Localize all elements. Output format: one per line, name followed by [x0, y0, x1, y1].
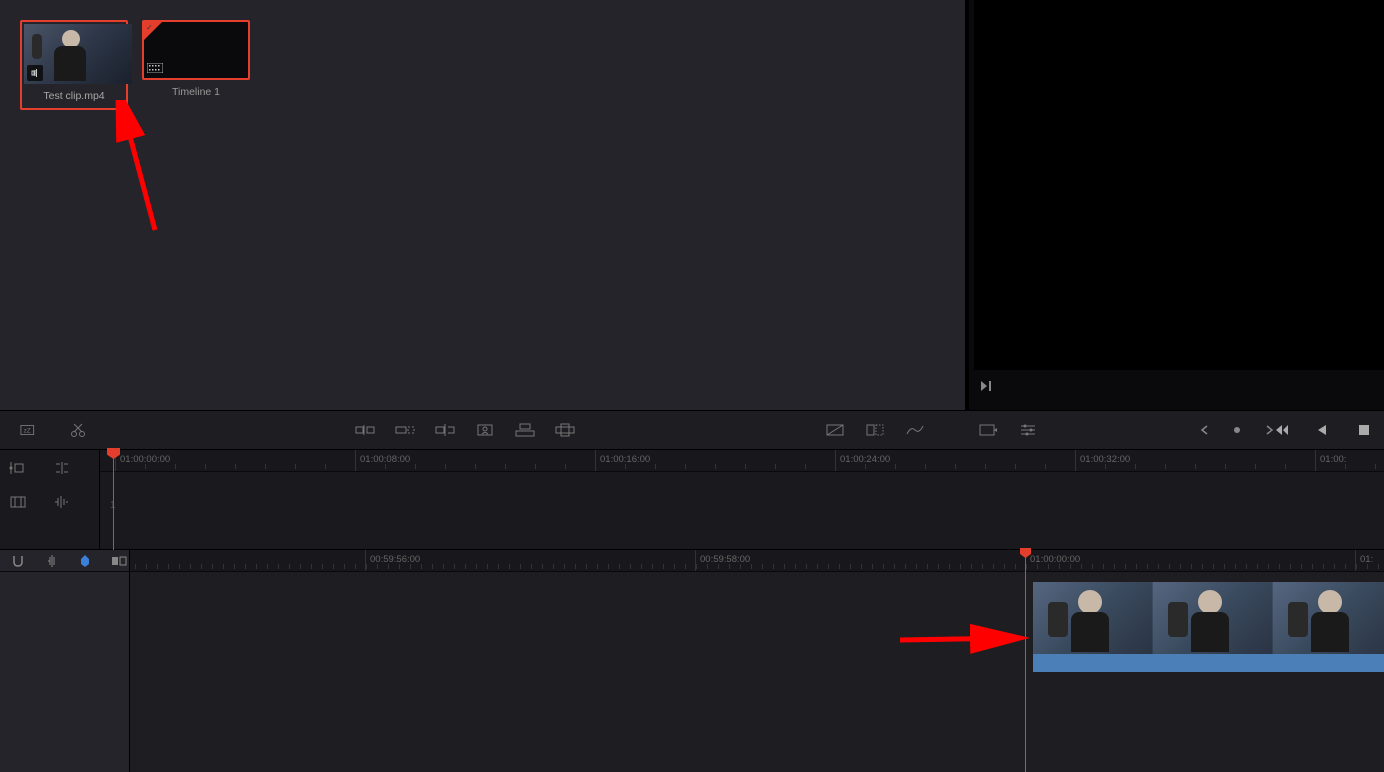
- upper-playhead[interactable]: [113, 450, 114, 550]
- timeline-video-clip[interactable]: [1033, 582, 1384, 654]
- boring-detector-icon[interactable]: zZ: [20, 420, 40, 440]
- ruler-tick: 01:: [1355, 550, 1373, 571]
- close-up-icon[interactable]: [475, 420, 495, 440]
- smart-insert-icon[interactable]: [355, 420, 375, 440]
- stop-icon[interactable]: [1354, 420, 1374, 440]
- source-overwrite-icon[interactable]: [555, 420, 575, 440]
- dissolve-icon[interactable]: [865, 420, 885, 440]
- play-reverse-icon[interactable]: [1312, 420, 1332, 440]
- svg-text:zZ: zZ: [24, 428, 31, 435]
- ruler-tick: 01:00:08:00: [355, 450, 410, 471]
- audio-icon: [27, 65, 43, 81]
- upper-timeline-ruler[interactable]: 01:00:00:00 01:00:08:00 01:00:16:00 01:00:2…: [100, 450, 1384, 472]
- prev-frame-icon[interactable]: [1195, 420, 1215, 440]
- ripple-overwrite-icon[interactable]: [435, 420, 455, 440]
- timeline-audio-clip[interactable]: [1033, 654, 1384, 672]
- clip-label: Test clip.mp4: [24, 90, 124, 106]
- go-to-start-icon[interactable]: [1270, 420, 1290, 440]
- record-dot-icon[interactable]: [1227, 420, 1247, 440]
- snap-icon[interactable]: [8, 551, 28, 571]
- ruler-tick: 01:00:00:00: [115, 450, 170, 471]
- place-on-top-icon[interactable]: [515, 420, 535, 440]
- lower-timeline-ruler[interactable]: 00:59:56:00 00:59:58:00 01:00:00:00 01:: [130, 550, 1384, 572]
- append-icon[interactable]: [395, 420, 415, 440]
- upper-timeline: 01:00:00:00 01:00:08:00 01:00:16:00 01:00:2…: [0, 450, 1384, 550]
- ruler-tick: 01:00:: [1315, 450, 1346, 471]
- cut-toolbar: zZ: [0, 410, 1384, 450]
- media-pool[interactable]: Test clip.mp4 ✓ Timeline 1: [0, 0, 965, 410]
- swap-view-icon[interactable]: [109, 551, 129, 571]
- sync-bin-icon[interactable]: [8, 492, 28, 512]
- ruler-tick: 01:00:32:00: [1075, 450, 1130, 471]
- settings-sliders-icon[interactable]: [1018, 420, 1038, 440]
- flag-icon[interactable]: [76, 551, 96, 571]
- ruler-tick: 01:00:24:00: [835, 450, 890, 471]
- split-clip-icon[interactable]: [68, 420, 88, 440]
- lower-timeline: 00:59:56:00 00:59:58:00 01:00:00:00 01:: [0, 550, 1384, 772]
- viewer-panel: [965, 0, 1384, 410]
- ruler-tick: 01:00:16:00: [595, 450, 650, 471]
- lock-playhead-icon[interactable]: [8, 458, 28, 478]
- upper-timeline-tracks[interactable]: 01:00:00:00 01:00:08:00 01:00:16:00 01:00:2…: [100, 450, 1384, 549]
- free-playhead-icon[interactable]: [52, 458, 72, 478]
- lower-timeline-tracks[interactable]: 00:59:56:00 00:59:58:00 01:00:00:00 01:: [130, 550, 1384, 772]
- marker-icon[interactable]: [42, 551, 62, 571]
- transition-icon[interactable]: [825, 420, 845, 440]
- panel-resize-handle[interactable]: [966, 0, 969, 410]
- check-icon: ✓: [146, 23, 153, 32]
- audio-trim-icon[interactable]: [52, 492, 72, 512]
- ruler-tick: 00:59:56:00: [365, 550, 420, 571]
- media-clip-video[interactable]: Test clip.mp4: [20, 20, 128, 110]
- viewer-display[interactable]: [974, 0, 1384, 370]
- clip-label: Timeline 1: [142, 86, 250, 102]
- ruler-tick: 01:00:00:00: [1025, 550, 1080, 571]
- media-clip-timeline[interactable]: ✓ Timeline 1: [142, 20, 250, 110]
- next-clip-icon[interactable]: [976, 376, 996, 396]
- lower-playhead[interactable]: [1025, 550, 1026, 772]
- filmstrip-icon: [147, 63, 163, 75]
- tools-icon[interactable]: [978, 420, 998, 440]
- ruler-tick: 00:59:58:00: [695, 550, 750, 571]
- smooth-cut-icon[interactable]: [905, 420, 925, 440]
